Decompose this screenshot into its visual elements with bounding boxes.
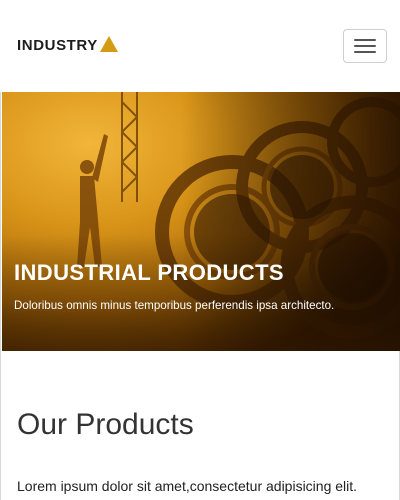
hero-banner: INDUSTRIAL PRODUCTS Doloribus omnis minu…: [2, 92, 400, 351]
hamburger-menu-icon: [354, 39, 376, 41]
hero-background-image: [2, 92, 400, 351]
products-heading: Our Products: [17, 408, 194, 441]
triangle-logo-icon: [99, 36, 118, 52]
hero-title: INDUSTRIAL PRODUCTS: [14, 260, 284, 285]
brand-name: INDUSTRY: [17, 37, 98, 54]
navbar: INDUSTRY: [0, 0, 400, 92]
menu-toggle-button[interactable]: [343, 29, 387, 63]
products-description: Lorem ipsum dolor sit amet,consectetur a…: [17, 478, 358, 494]
hamburger-bar: [354, 51, 376, 53]
hamburger-bar: [354, 45, 376, 47]
brand-logo-link[interactable]: INDUSTRY: [17, 36, 118, 54]
hero-subtitle: Doloribus omnis minus temporibus perfere…: [14, 299, 335, 312]
